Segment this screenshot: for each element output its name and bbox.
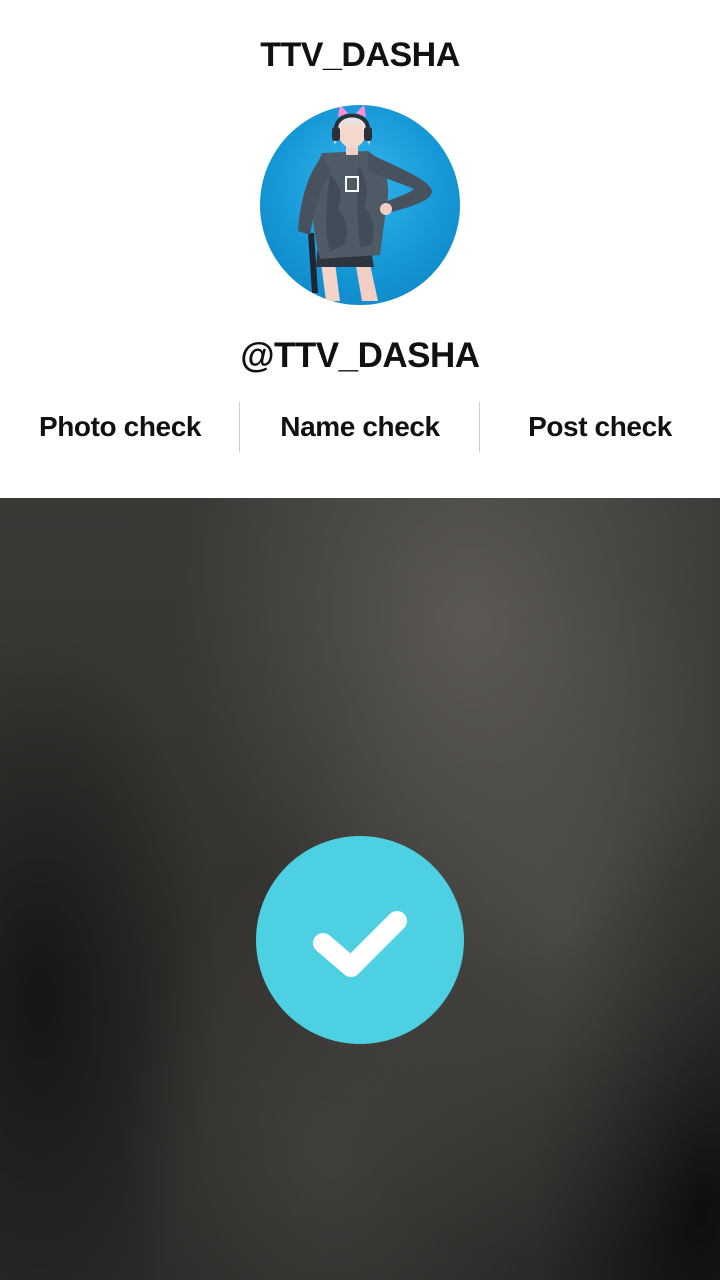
profile-handle: @TTV_DASHA <box>240 336 480 375</box>
tab-divider <box>479 402 480 452</box>
character-avatar-icon <box>298 105 432 301</box>
check-tabs: Photo check Name check Post check <box>0 402 720 452</box>
profile-header: TTV_DASHA @TTV_DASHA Photo check Name ch… <box>0 0 720 498</box>
media-area[interactable] <box>0 498 720 1280</box>
tab-post-check[interactable]: Post check <box>480 402 720 452</box>
checkmark-icon <box>313 911 407 977</box>
page-title: TTV_DASHA <box>260 36 460 74</box>
tab-name-check[interactable]: Name check <box>240 402 480 452</box>
avatar[interactable] <box>260 105 460 305</box>
tab-divider <box>239 402 240 452</box>
app-root: TTV_DASHA @TTV_DASHA Photo check Name ch… <box>0 0 720 1280</box>
tab-photo-check[interactable]: Photo check <box>0 402 240 452</box>
verified-check-button[interactable] <box>256 836 464 1044</box>
